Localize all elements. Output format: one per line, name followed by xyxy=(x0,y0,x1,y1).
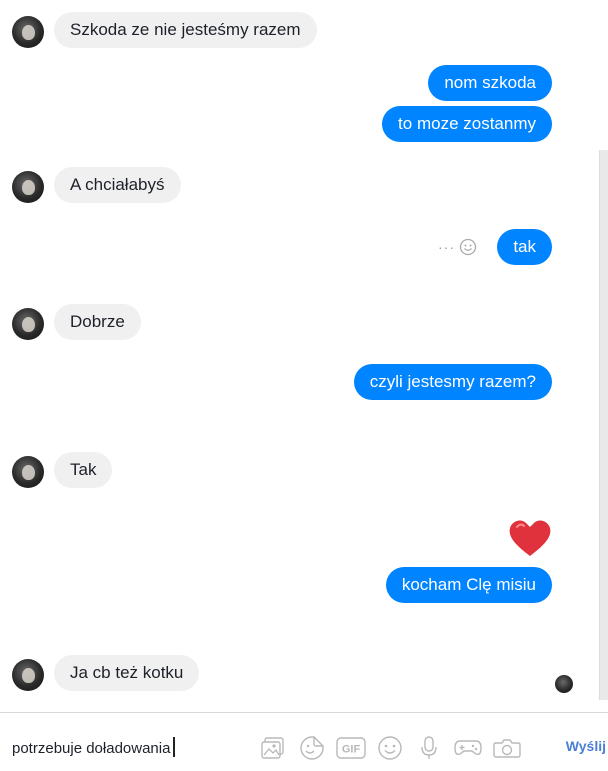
outgoing-message[interactable]: to moze zostanmy xyxy=(382,106,552,142)
sticker-icon[interactable] xyxy=(297,733,327,763)
outgoing-message[interactable]: nom szkoda xyxy=(428,65,552,101)
incoming-message[interactable]: Szkoda ze nie jesteśmy razem xyxy=(54,12,317,48)
contact-avatar[interactable] xyxy=(12,456,44,488)
outgoing-message[interactable]: tak xyxy=(497,229,552,265)
contact-avatar[interactable] xyxy=(12,659,44,691)
emoji-react-icon[interactable] xyxy=(459,238,477,256)
message-composer: potrzebuje doładowania GIF Wyślij xyxy=(0,712,608,771)
contact-avatar[interactable] xyxy=(12,171,44,203)
more-icon[interactable]: ··· xyxy=(438,239,455,255)
composer-toolbar: GIF xyxy=(258,733,522,763)
contact-avatar[interactable] xyxy=(12,308,44,340)
conversation-panel: Szkoda ze nie jesteśmy razem nom szkoda … xyxy=(0,0,608,712)
incoming-message[interactable]: Tak xyxy=(54,452,113,488)
incoming-message[interactable]: Dobrze xyxy=(54,304,141,340)
send-button[interactable]: Wyślij xyxy=(566,738,606,754)
scrollbar[interactable] xyxy=(599,150,608,700)
outgoing-message[interactable]: czyli jestesmy razem? xyxy=(353,364,552,400)
seen-indicator-avatar xyxy=(555,675,573,693)
game-icon[interactable] xyxy=(453,733,483,763)
text-caret xyxy=(173,737,176,757)
message-actions: ··· xyxy=(438,237,477,257)
emoji-icon[interactable] xyxy=(375,733,405,763)
outgoing-message[interactable]: kocham Clę misiu xyxy=(385,567,552,603)
incoming-message[interactable]: A chciałabyś xyxy=(54,167,181,203)
message-input-text: potrzebuje doładowania xyxy=(12,740,171,757)
contact-avatar[interactable] xyxy=(12,16,44,48)
heart-icon[interactable] xyxy=(508,518,552,558)
microphone-icon[interactable] xyxy=(414,733,444,763)
gif-icon[interactable]: GIF xyxy=(336,733,366,763)
camera-icon[interactable] xyxy=(492,733,522,763)
incoming-message[interactable]: Ja cb też kotku xyxy=(54,655,200,691)
svg-text:GIF: GIF xyxy=(342,744,361,756)
message-input[interactable]: potrzebuje doładowania xyxy=(12,737,176,757)
photo-icon[interactable] xyxy=(258,733,288,763)
